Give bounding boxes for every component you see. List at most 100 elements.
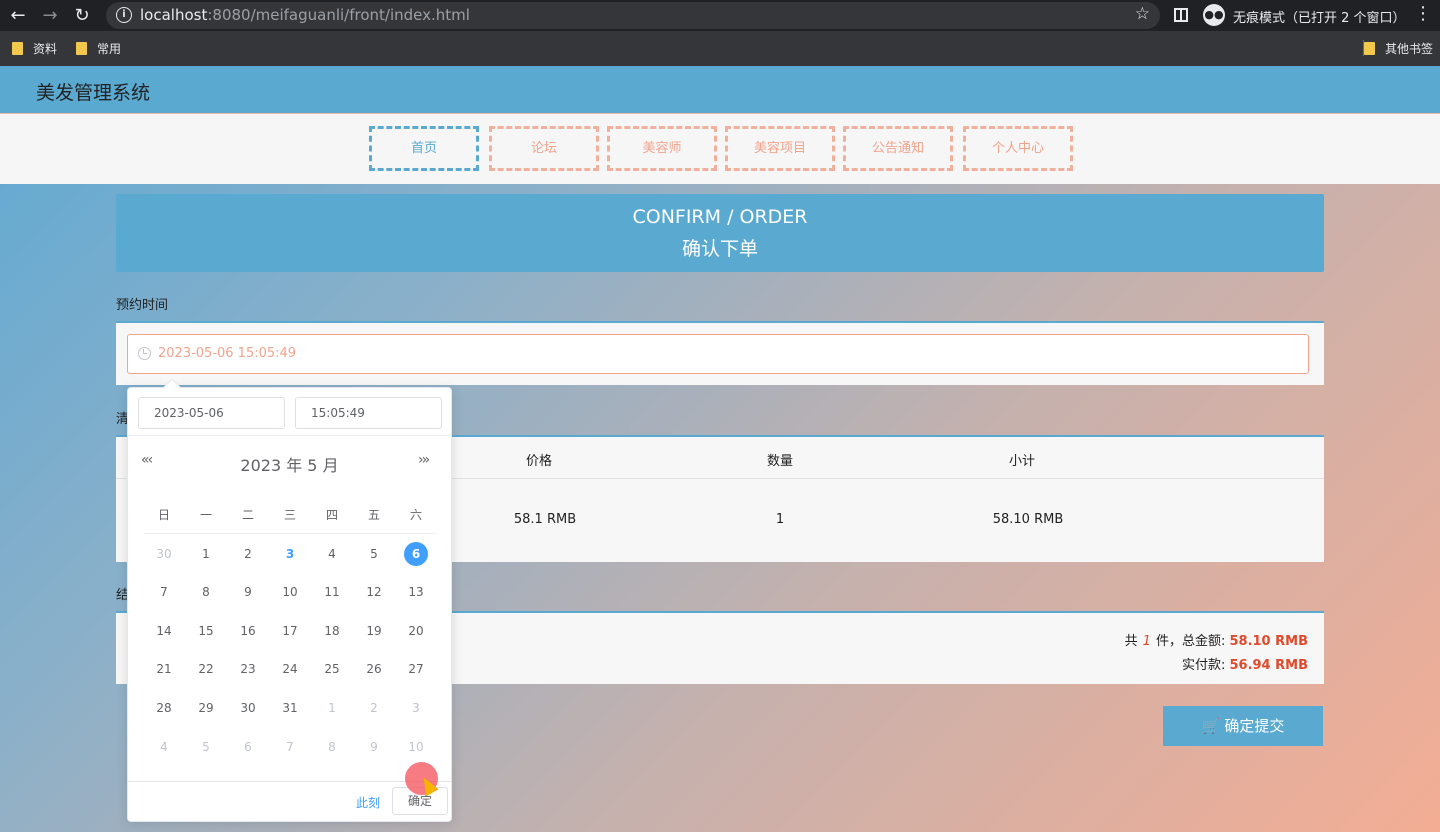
calendar-day[interactable]: 3 xyxy=(278,542,302,566)
weekday-label: 六 xyxy=(409,508,422,522)
calendar-day[interactable]: 29 xyxy=(194,696,218,720)
nav-beauty-project[interactable]: 美容项目 xyxy=(725,126,835,171)
calendar-day[interactable]: 6 xyxy=(236,735,260,759)
browser-titlebar: ← → ↻ i localhost:8080/meifaguanli/front… xyxy=(0,0,1440,31)
calendar-day[interactable]: 10 xyxy=(278,580,302,604)
calendar-day[interactable]: 2 xyxy=(236,542,260,566)
main-nav: 首页 论坛 美容师 美容项目 公告通知 个人中心 xyxy=(0,114,1440,184)
calendar-day[interactable]: 8 xyxy=(320,735,344,759)
calendar-day[interactable]: 17 xyxy=(278,619,302,643)
site-header: 美发管理系统 xyxy=(0,66,1440,114)
bookmark-star-icon[interactable]: ☆ xyxy=(1135,4,1150,24)
menu-icon[interactable]: ⋮ xyxy=(1414,3,1432,24)
weekday-divider xyxy=(144,533,436,534)
picker-divider xyxy=(128,435,451,436)
calendar-day[interactable]: 14 xyxy=(152,619,176,643)
header-price: 价格 xyxy=(525,454,553,469)
calendar-day[interactable]: 9 xyxy=(362,735,386,759)
incognito-icon[interactable]: ●● xyxy=(1203,4,1225,26)
calendar-day[interactable]: 1 xyxy=(320,696,344,720)
calendar-day[interactable]: 28 xyxy=(152,696,176,720)
appointment-panel: 2023-05-06 15:05:49 xyxy=(116,321,1324,385)
calendar-day[interactable]: 24 xyxy=(278,657,302,681)
calendar-day[interactable]: 25 xyxy=(320,657,344,681)
calendar-day[interactable]: 16 xyxy=(236,619,260,643)
calendar-day[interactable]: 21 xyxy=(152,657,176,681)
incognito-label[interactable]: 无痕模式（已打开 2 个窗口） xyxy=(1233,7,1406,26)
calendar-day[interactable]: 5 xyxy=(362,542,386,566)
calendar-day[interactable]: 9 xyxy=(236,580,260,604)
picker-footer-divider xyxy=(128,781,451,782)
calendar-day[interactable]: 30 xyxy=(152,542,176,566)
forward-icon[interactable]: → xyxy=(38,4,62,28)
calendar-day[interactable]: 3 xyxy=(404,696,428,720)
calendar-day[interactable]: 31 xyxy=(278,696,302,720)
cell-price: 58.1 RMB xyxy=(513,512,577,527)
paid-amount: 56.94 RMB xyxy=(1229,658,1308,673)
calendar-day[interactable]: 4 xyxy=(320,542,344,566)
calendar-day[interactable]: 4 xyxy=(152,735,176,759)
nav-beautician[interactable]: 美容师 xyxy=(607,126,717,171)
info-icon[interactable]: i xyxy=(116,7,132,23)
now-button[interactable]: 此刻 xyxy=(356,794,380,811)
banner-title-cn: 确认下单 xyxy=(681,238,758,260)
calendar-day[interactable]: 8 xyxy=(194,580,218,604)
reload-icon[interactable]: ↻ xyxy=(70,4,94,28)
bookmark-folder-1[interactable]: 资料 xyxy=(12,40,57,57)
header-subtotal: 小计 xyxy=(1008,454,1036,469)
calendar-day[interactable]: 10 xyxy=(404,735,428,759)
header-quantity: 数量 xyxy=(766,454,794,469)
datetime-picker: 2023-05-06 15:05:49 «‹ 2023 年 5 月 ›» 日一二… xyxy=(127,378,452,822)
weekday-label: 一 xyxy=(199,508,212,522)
calendar-day[interactable]: 5 xyxy=(194,735,218,759)
url-text[interactable]: localhost:8080/meifaguanli/front/index.h… xyxy=(140,6,470,24)
calendar-day[interactable]: 30 xyxy=(236,696,260,720)
calendar-day[interactable]: 13 xyxy=(404,580,428,604)
calendar-day[interactable]: 22 xyxy=(194,657,218,681)
nav-personal-center[interactable]: 个人中心 xyxy=(963,126,1073,171)
calendar-day[interactable]: 7 xyxy=(152,580,176,604)
weekday-label: 二 xyxy=(241,508,254,522)
banner-title-en: CONFIRM / ORDER xyxy=(632,206,808,228)
submit-order-button[interactable]: 🛒 确定提交 xyxy=(1163,706,1323,746)
site-title: 美发管理系统 xyxy=(36,82,151,104)
weekday-label: 三 xyxy=(283,508,296,522)
calendar-day[interactable]: 26 xyxy=(362,657,386,681)
calendar-day[interactable]: 27 xyxy=(404,657,428,681)
calendar-day[interactable]: 11 xyxy=(320,580,344,604)
calendar-day[interactable]: 1 xyxy=(194,542,218,566)
calendar-day[interactable]: 7 xyxy=(278,735,302,759)
clock-icon xyxy=(138,347,151,360)
address-bar[interactable]: i localhost:8080/meifaguanli/front/index… xyxy=(106,2,1160,29)
cell-quantity: 1 xyxy=(775,512,785,527)
picker-time-input[interactable]: 15:05:49 xyxy=(295,397,442,429)
picker-date-input[interactable]: 2023-05-06 xyxy=(138,397,285,429)
side-panel-icon[interactable] xyxy=(1174,8,1188,22)
total-amount: 58.10 RMB xyxy=(1229,634,1308,649)
nav-home[interactable]: 首页 xyxy=(369,126,479,171)
total-line: 共 1 件，总金额: 58.10 RMB xyxy=(1124,634,1308,649)
nav-notice[interactable]: 公告通知 xyxy=(843,126,953,171)
appointment-datetime-input[interactable]: 2023-05-06 15:05:49 xyxy=(127,334,1309,374)
picker-month-title[interactable]: 2023 年 5 月 xyxy=(128,452,451,476)
weekday-label: 日 xyxy=(157,508,170,522)
calendar-day[interactable]: 18 xyxy=(320,619,344,643)
bookmark-folder-2[interactable]: 常用 xyxy=(76,40,121,57)
other-bookmarks[interactable]: 其他书签 xyxy=(1364,40,1433,57)
calendar-day[interactable]: 15 xyxy=(194,619,218,643)
calendar-day[interactable]: 12 xyxy=(362,580,386,604)
folder-icon xyxy=(76,42,87,55)
nav-forum[interactable]: 论坛 xyxy=(489,126,599,171)
bookmarks-bar xyxy=(0,31,1440,66)
paid-line: 实付款: 56.94 RMB xyxy=(1181,658,1308,673)
cart-icon: 🛒 xyxy=(1201,717,1221,735)
calendar-day[interactable]: 6 xyxy=(404,542,428,566)
next-month-year-icon[interactable]: ›» xyxy=(418,452,430,468)
calendar-day[interactable]: 23 xyxy=(236,657,260,681)
calendar-day[interactable]: 19 xyxy=(362,619,386,643)
back-icon[interactable]: ← xyxy=(6,4,30,28)
weekday-label: 五 xyxy=(367,508,380,522)
calendar-day[interactable]: 2 xyxy=(362,696,386,720)
calendar-day[interactable]: 20 xyxy=(404,619,428,643)
cell-subtotal: 58.10 RMB xyxy=(992,512,1064,527)
